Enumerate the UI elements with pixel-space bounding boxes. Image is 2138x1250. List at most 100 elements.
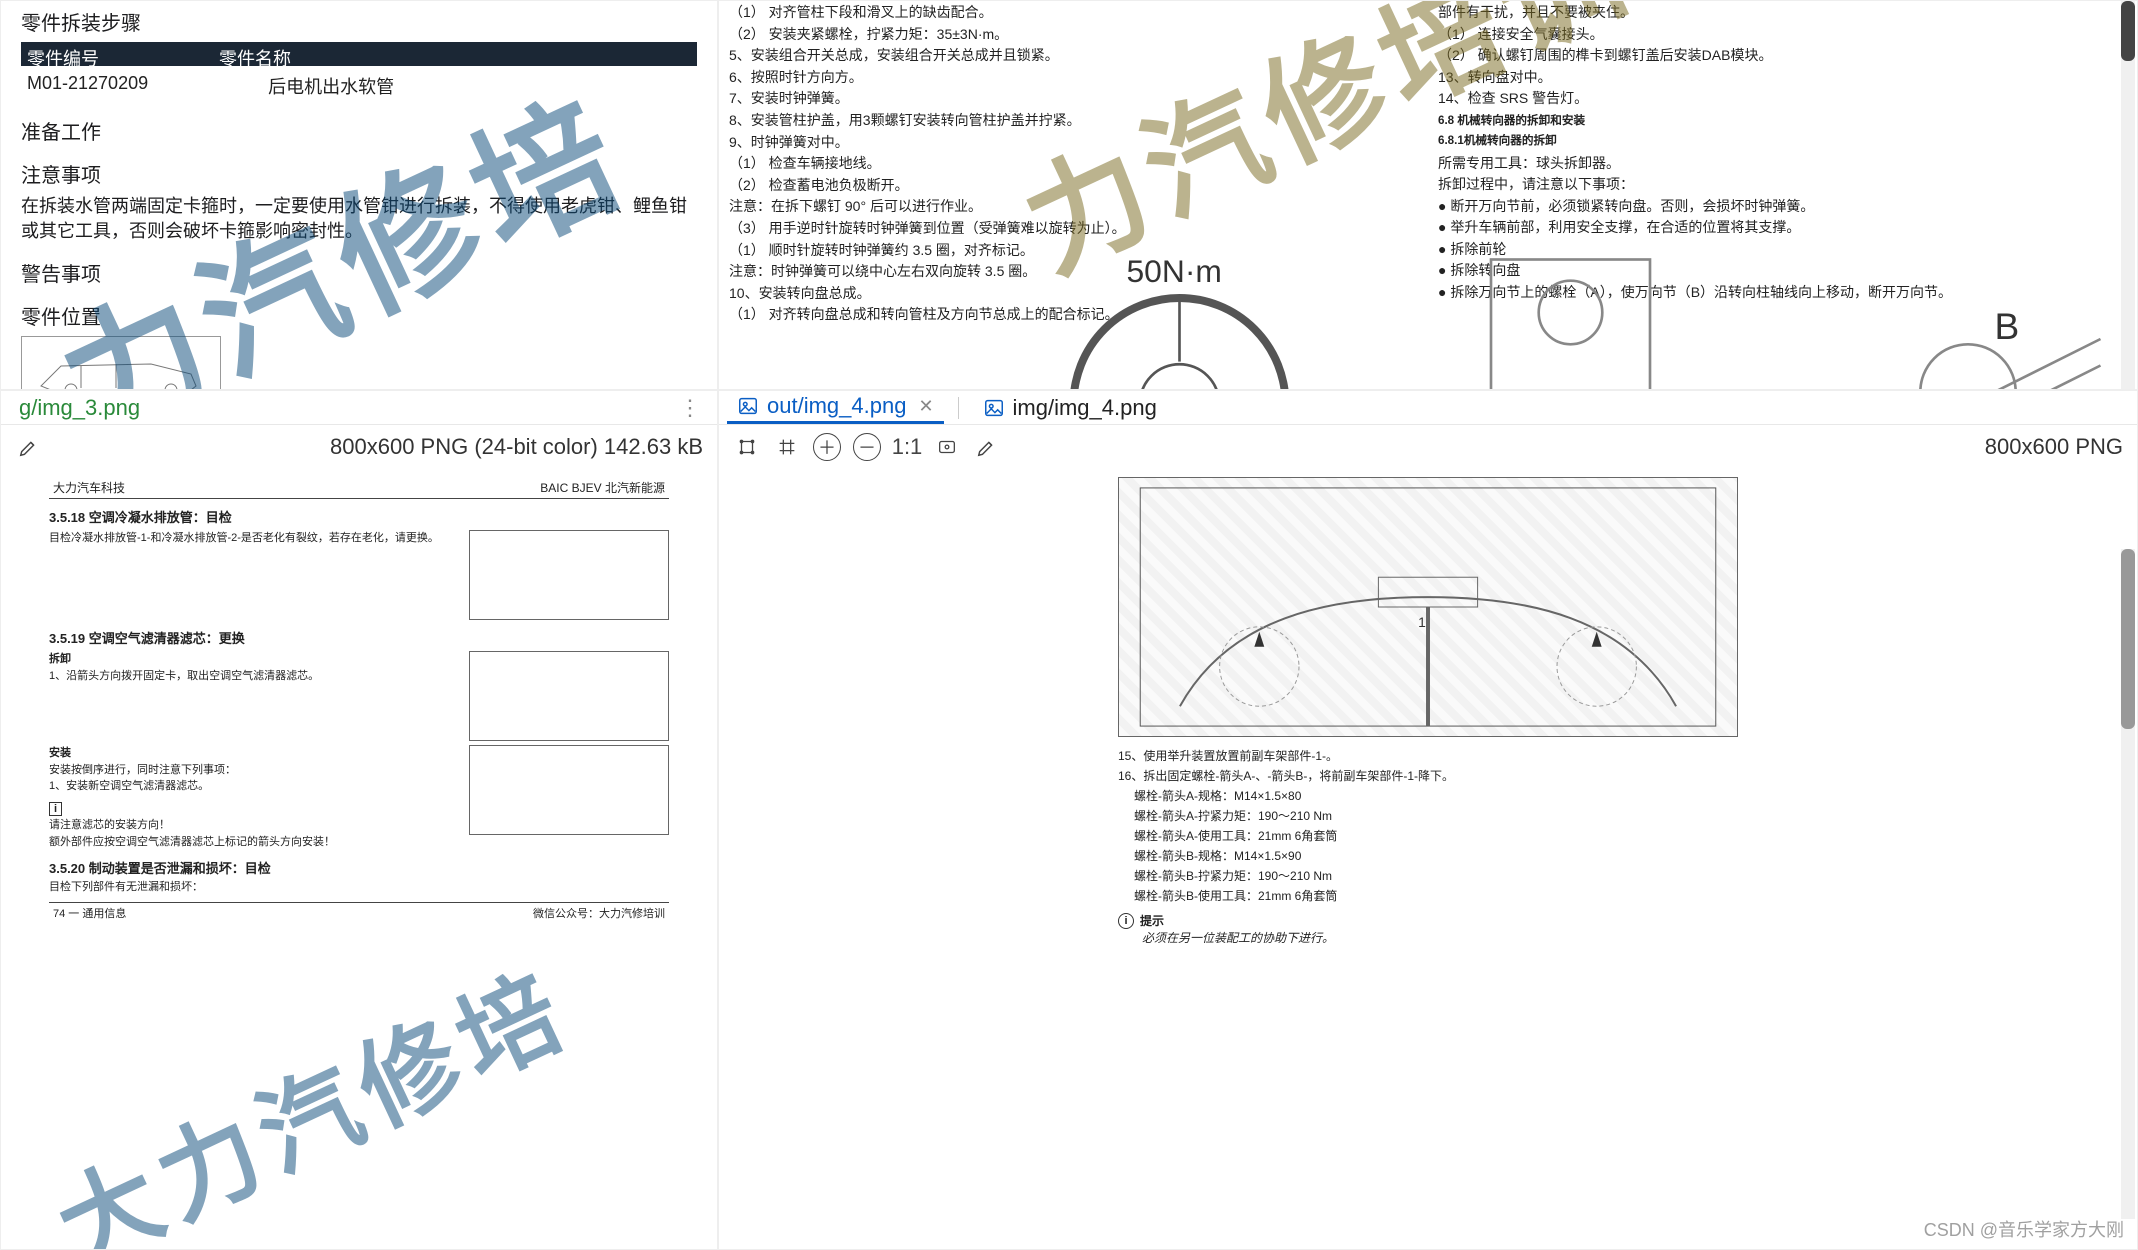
- doc3-footer-right: 微信公众号：大力汽修培训: [533, 905, 665, 921]
- watermark-text: 大力汽修培训: [30, 884, 717, 1249]
- color-picker-icon[interactable]: [973, 433, 1001, 461]
- scrollbar[interactable]: [2121, 1, 2135, 389]
- tip-label: 提示: [1140, 912, 1164, 929]
- doc3-tip-a: 请注意滤芯的安装方向！: [49, 817, 459, 834]
- doc2-left-column: （1） 对齐管柱下段和滑叉上的缺齿配合。 （2） 安装夹紧螺栓，拧紧力矩：35±…: [729, 1, 1418, 389]
- doc3-s3-text-a: 安装按倒序进行，同时注意下列事项：: [49, 762, 459, 779]
- doc2-left-line: 9、时钟弹簧对中。: [729, 133, 1418, 153]
- doc4-spec: 螺栓-箭头A-使用工具：21mm 6角套筒: [1134, 827, 1738, 844]
- tab-label: g/img_3.png: [19, 395, 140, 421]
- doc2-left-line: （3） 用手逆时针旋转时钟弹簧到位置（受弹簧难以旋转为止）。: [729, 219, 1418, 239]
- doc2-left-line: 5、安装组合开关总成，安装组合开关总成并且锁紧。: [729, 46, 1418, 66]
- doc2-left-line: （2） 检查蓄电池负极断开。: [729, 176, 1418, 196]
- doc3-s2-heading: 3.5.19 空调空气滤清器滤芯：更换: [49, 628, 669, 647]
- doc3-page: 大力汽车科技 BAIC BJEV 北汽新能源 3.5.18 空调冷凝水排放管：目…: [49, 477, 669, 923]
- scrollbar-thumb[interactable]: [2121, 549, 2135, 729]
- doc2-left-line: （2） 安装夹紧螺栓，拧紧力矩：35±3N·m。: [729, 25, 1418, 45]
- doc1-part-no: M01-21270209: [27, 73, 148, 99]
- kebab-menu-icon[interactable]: ⋮: [679, 395, 701, 421]
- selection-icon[interactable]: [733, 433, 761, 461]
- doc2-right-line: 13、转向盘对中。: [1438, 68, 2127, 88]
- doc1-col-a: 零件编号: [27, 45, 99, 63]
- fit-screen-icon[interactable]: [933, 433, 961, 461]
- toolbar-right: ＋ － 1:1 800x600 PNG: [719, 425, 2137, 469]
- tab-out-img4[interactable]: out/img_4.png ✕: [727, 391, 944, 424]
- subframe-figure: 1: [1118, 477, 1738, 737]
- close-icon[interactable]: ✕: [918, 396, 933, 417]
- doc2-left-line: （1） 对齐管柱下段和滑叉上的缺齿配合。: [729, 3, 1418, 23]
- doc4-page: 1 15、使用举升装置放置前副车架部件-1-。 16、拆出固定螺栓-箭头A-、-…: [1118, 477, 1738, 946]
- doc1-col-b: 零件名称: [219, 45, 291, 63]
- bottom-left-pane: g/img_3.png ⋮ 800x600 PNG (24-bit color)…: [0, 390, 718, 1250]
- page-area-right[interactable]: 1 15、使用举升装置放置前副车架部件-1-。 16、拆出固定螺栓-箭头A-、-…: [719, 469, 2137, 1249]
- doc3-s2-sub: 拆卸: [49, 651, 459, 668]
- doc3-figure-3: [469, 745, 669, 835]
- image-info-left: 800x600 PNG (24-bit color) 142.63 kB: [330, 434, 703, 460]
- image-info-right: 800x600 PNG: [1985, 434, 2123, 460]
- doc4-spec: 螺栓-箭头A-规格：M14×1.5×80: [1134, 787, 1738, 804]
- doc3-s4-text: 目检下列部件有无泄漏和损坏：: [49, 879, 669, 896]
- info-icon: i: [49, 802, 62, 816]
- top-right-document-pane: （1） 对齐管柱下段和滑叉上的缺齿配合。 （2） 安装夹紧螺栓，拧紧力矩：35±…: [718, 0, 2138, 390]
- csdn-watermark: CSDN @音乐学家方大刚: [1924, 1216, 2124, 1242]
- doc2-tool-line: 所需专用工具：球头拆卸器。: [1438, 154, 2127, 174]
- bottom-right-pane: out/img_4.png ✕ img/img_4.png ＋ － 1:1: [718, 390, 2138, 1250]
- doc2-right-line: （1） 连接安全气囊接头。: [1438, 25, 2127, 45]
- scrollbar-thumb[interactable]: [2121, 1, 2135, 61]
- doc2-right-column: 部件有干扰，并且不要被夹住。 （1） 连接安全气囊接头。 （2） 确认螺钉周围的…: [1438, 1, 2127, 389]
- svg-text:1: 1: [1418, 614, 1426, 630]
- doc3-s1-text: 目检冷凝水排放管-1-和冷凝水排放管-2-是否老化有裂纹，若存在老化，请更换。: [49, 530, 459, 620]
- doc3-figure-2: [469, 651, 669, 741]
- doc2-section-h2: 6.8.1机械转向器的拆卸: [1438, 133, 2127, 149]
- doc4-tip-body: 必须在另一位装配工的协助下进行。: [1142, 929, 1738, 946]
- doc2-left-line: 注意：在拆下螺钉 90° 后可以进行作业。: [729, 197, 1418, 217]
- top-left-document-pane: 零件拆装步骤 零件编号 零件名称 M01-21270209 后电机出水软管 准备…: [0, 0, 718, 390]
- doc1-title: 零件拆装步骤: [21, 7, 697, 36]
- tab-bar-right: out/img_4.png ✕ img/img_4.png: [719, 391, 2137, 425]
- doc4-tip: i 提示: [1118, 912, 1738, 929]
- doc2-left-line: 7、安装时钟弹簧。: [729, 89, 1418, 109]
- color-picker-icon[interactable]: [15, 433, 43, 461]
- doc3-brand: 大力汽车科技: [53, 479, 125, 496]
- zoom-reset-button[interactable]: 1:1: [893, 433, 921, 461]
- doc1-table-header: 零件编号 零件名称: [21, 42, 697, 66]
- doc4-spec: 螺栓-箭头A-拧紧力矩：190～210 Nm: [1134, 807, 1738, 824]
- steering-rack-figure: B: [1438, 307, 2127, 390]
- doc1-table-row: M01-21270209 后电机出水软管: [21, 70, 697, 102]
- doc3-s4-heading: 3.5.20 制动装置是否泄漏和损坏：目检: [49, 858, 669, 877]
- image-icon: [983, 397, 1005, 419]
- doc4-spec: 螺栓-箭头B-规格：M14×1.5×90: [1134, 847, 1738, 864]
- tab-img3[interactable]: g/img_3.png: [9, 393, 150, 423]
- tab-label: out/img_4.png: [767, 393, 906, 419]
- scrollbar[interactable]: [2121, 549, 2135, 1219]
- zoom-out-icon[interactable]: －: [853, 433, 881, 461]
- tab-img4[interactable]: img/img_4.png: [973, 393, 1167, 423]
- steering-wheel-figure: 50N·m: [729, 329, 1418, 390]
- doc3-s2-text: 1、沿箭头方向拨开固定卡，取出空调空气滤清器滤芯。: [49, 668, 459, 685]
- doc4-spec: 螺栓-箭头B-使用工具：21mm 6角套筒: [1134, 887, 1738, 904]
- doc3-s3-text-b: 1、安装新空调空气滤清器滤芯。: [49, 778, 459, 795]
- page-area-left[interactable]: 大力汽车科技 BAIC BJEV 北汽新能源 3.5.18 空调冷凝水排放管：目…: [1, 469, 717, 1249]
- doc4-step-15: 15、使用举升装置放置前副车架部件-1-。: [1118, 747, 1738, 764]
- doc2-left-line: 8、安装管柱护盖，用3颗螺钉安装转向管柱护盖并拧紧。: [729, 111, 1418, 131]
- doc2-right-line: （2） 确认螺钉周围的榫卡到螺钉盖后安装DAB模块。: [1438, 46, 2127, 66]
- doc1-notice-body: 在拆装水管两端固定卡箍时，一定要使用水管钳进行拆装，不得使用老虎钳、鲤鱼钳或其它…: [21, 194, 697, 244]
- tab-label: img/img_4.png: [1013, 395, 1157, 421]
- doc4-spec: 螺栓-箭头B-拧紧力矩：190～210 Nm: [1134, 867, 1738, 884]
- tab-separator: [958, 397, 959, 419]
- vehicle-illustration: [21, 336, 221, 390]
- doc1-notice-heading: 注意事项: [21, 159, 697, 188]
- doc3-figure-1: [469, 530, 669, 620]
- doc1-warn-heading: 警告事项: [21, 258, 697, 287]
- doc4-step-16: 16、拆出固定螺栓-箭头A-、-箭头B-，将前副车架部件-1-降下。: [1118, 767, 1738, 784]
- image-icon: [737, 395, 759, 417]
- toolbar-left: 800x600 PNG (24-bit color) 142.63 kB: [1, 425, 717, 469]
- grid-icon[interactable]: [773, 433, 801, 461]
- zoom-in-icon[interactable]: ＋: [813, 433, 841, 461]
- doc2-right-line: 14、检查 SRS 警告灯。: [1438, 89, 2127, 109]
- doc1-pos-heading: 零件位置: [21, 301, 697, 330]
- doc1-part-name: 后电机出水软管: [268, 73, 394, 99]
- doc3-footer-left: 74 一 通用信息: [53, 905, 126, 921]
- label-b: B: [1995, 305, 2020, 347]
- doc3-s3-sub: 安装: [49, 745, 459, 762]
